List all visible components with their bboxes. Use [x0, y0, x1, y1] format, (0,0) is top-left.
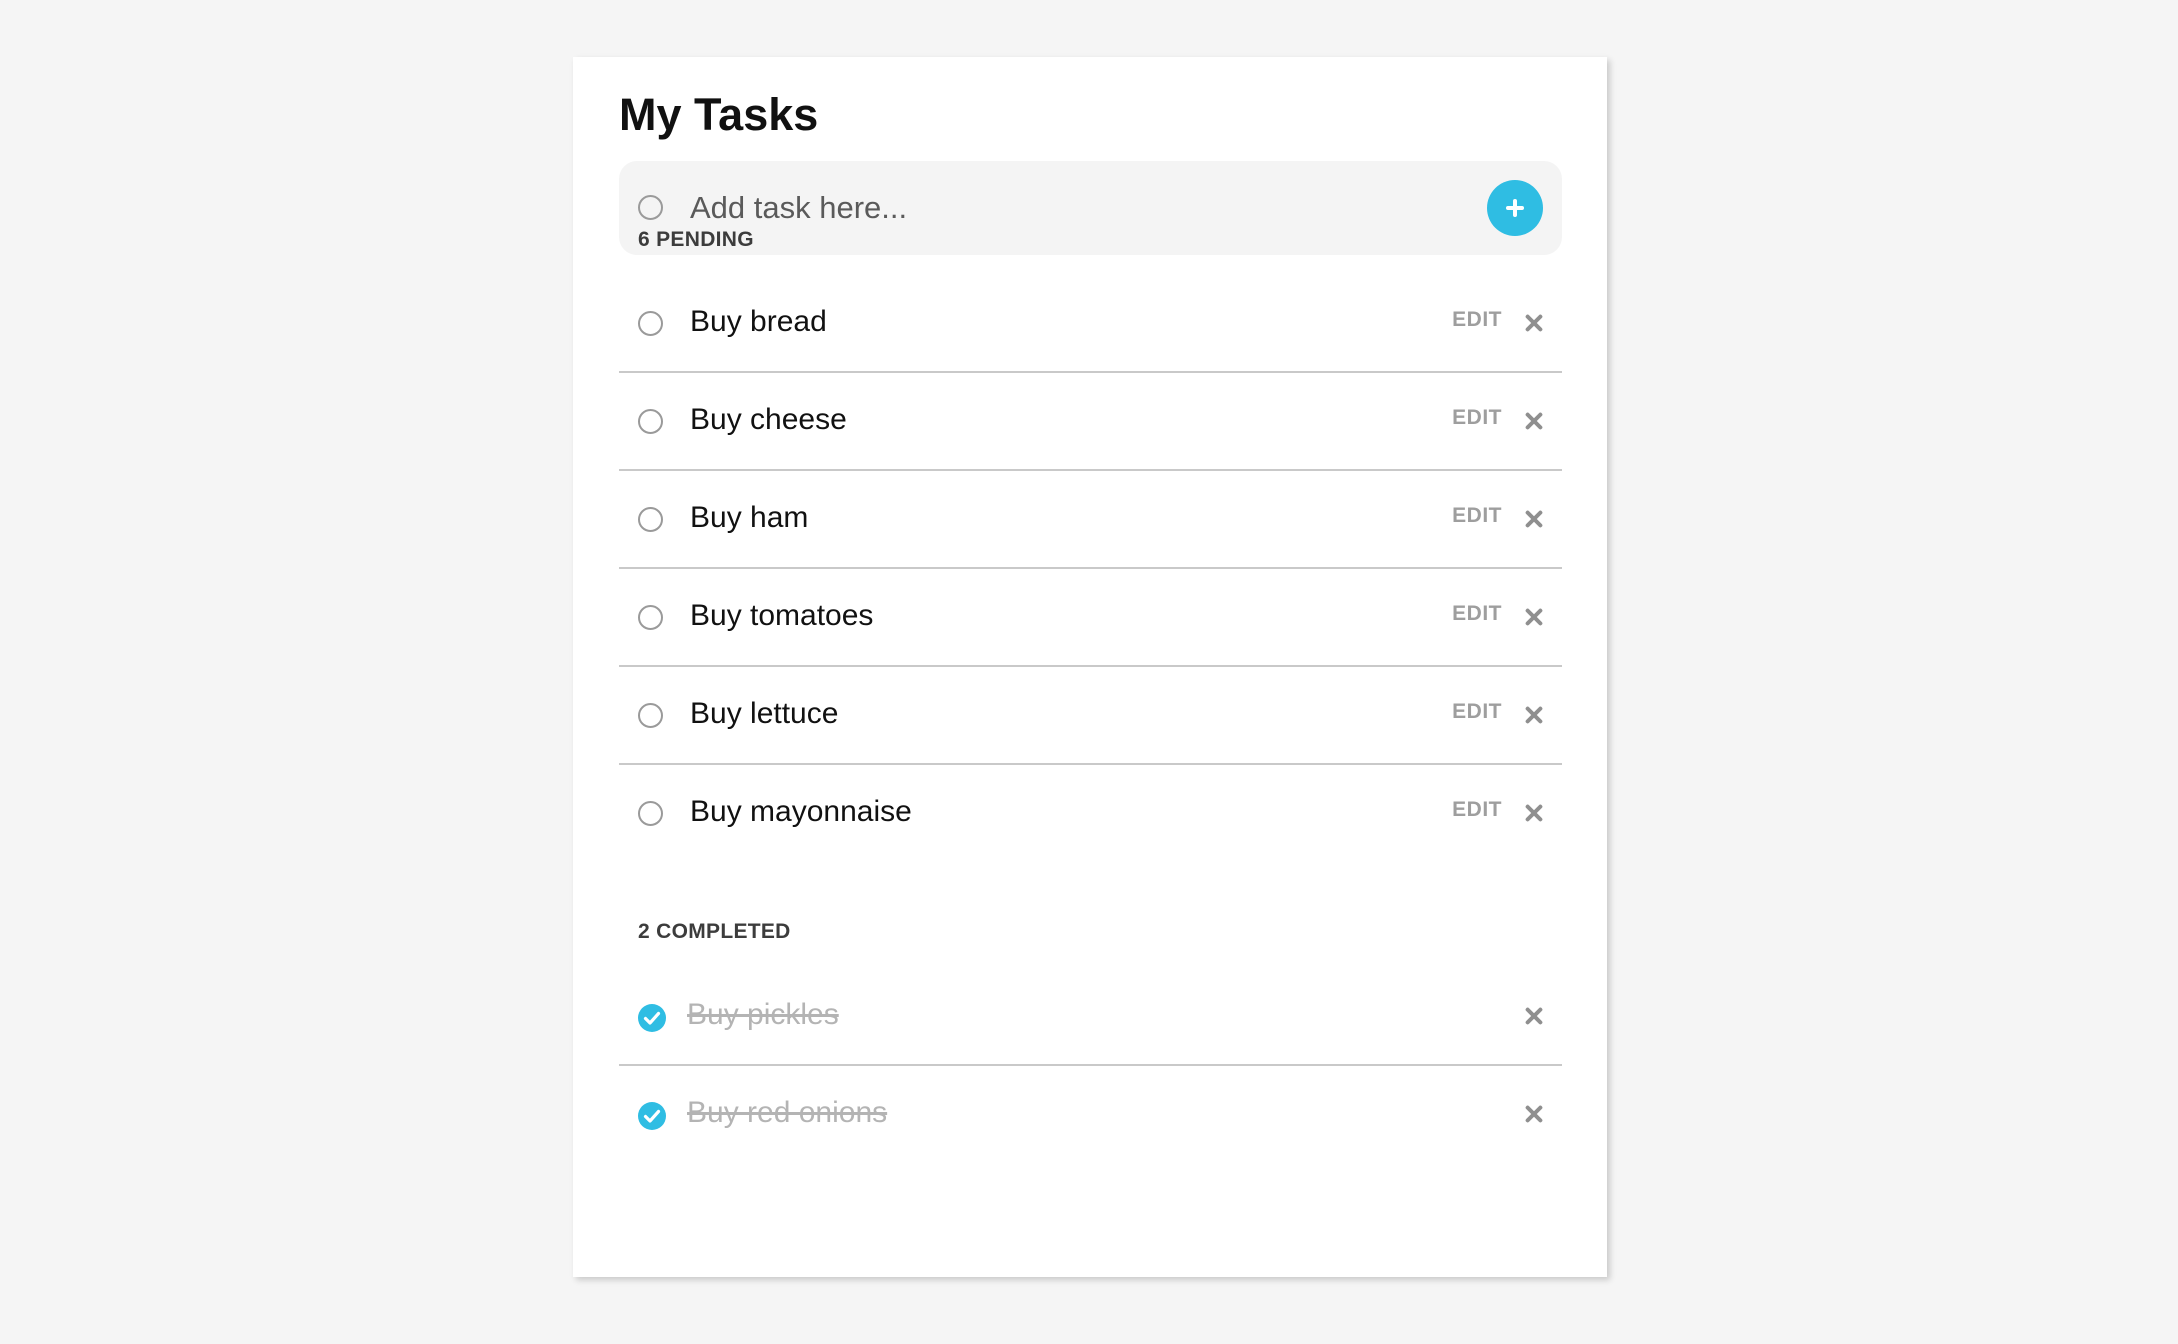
- task-checkbox[interactable]: [638, 605, 663, 630]
- completed-task-label: Buy pickles: [687, 998, 839, 1031]
- pending-task-row: Buy ham EDIT: [619, 471, 1562, 569]
- completed-list: Buy pickles Buy red onions: [619, 968, 1562, 1164]
- task-checkbox[interactable]: [638, 703, 663, 728]
- delete-button[interactable]: [1524, 313, 1544, 333]
- edit-button[interactable]: EDIT: [1452, 406, 1502, 430]
- close-icon: [1524, 411, 1544, 431]
- delete-button[interactable]: [1524, 1006, 1544, 1026]
- pending-task-row: Buy tomatoes EDIT: [619, 569, 1562, 667]
- task-label: Buy cheese: [690, 403, 847, 436]
- pending-task-row: Buy mayonnaise EDIT: [619, 765, 1562, 863]
- pending-task-row: Buy bread EDIT: [619, 275, 1562, 373]
- pending-list: Buy bread EDIT Buy cheese EDIT Buy ham E…: [619, 275, 1562, 863]
- task-checkbox[interactable]: [638, 311, 663, 336]
- plus-icon: [1506, 199, 1524, 217]
- delete-button[interactable]: [1524, 411, 1544, 431]
- checked-checkbox-icon[interactable]: [638, 1102, 666, 1130]
- close-icon: [1524, 509, 1544, 529]
- pending-task-row: Buy cheese EDIT: [619, 373, 1562, 471]
- task-label: Buy mayonnaise: [690, 795, 912, 828]
- completed-task-row: Buy red onions: [619, 1066, 1562, 1164]
- task-label: Buy bread: [690, 305, 827, 338]
- edit-button[interactable]: EDIT: [1452, 602, 1502, 626]
- radio-circle-icon: [638, 195, 663, 220]
- edit-button[interactable]: EDIT: [1452, 798, 1502, 822]
- checked-checkbox-icon[interactable]: [638, 1004, 666, 1032]
- add-task-input[interactable]: [690, 183, 1470, 233]
- delete-button[interactable]: [1524, 803, 1544, 823]
- pending-heading: 6 PENDING: [638, 228, 754, 251]
- delete-button[interactable]: [1524, 705, 1544, 725]
- add-task-button[interactable]: [1487, 180, 1543, 236]
- delete-button[interactable]: [1524, 1104, 1544, 1124]
- edit-button[interactable]: EDIT: [1452, 308, 1502, 332]
- add-task-bar: [619, 161, 1562, 255]
- close-icon: [1524, 1006, 1544, 1026]
- task-label: Buy ham: [690, 501, 809, 534]
- task-checkbox[interactable]: [638, 801, 663, 826]
- close-icon: [1524, 607, 1544, 627]
- completed-task-label: Buy red onions: [687, 1096, 888, 1129]
- task-label: Buy lettuce: [690, 697, 839, 730]
- delete-button[interactable]: [1524, 509, 1544, 529]
- task-checkbox[interactable]: [638, 409, 663, 434]
- completed-heading: 2 COMPLETED: [638, 920, 791, 943]
- edit-button[interactable]: EDIT: [1452, 700, 1502, 724]
- completed-task-row: Buy pickles: [619, 968, 1562, 1066]
- close-icon: [1524, 1104, 1544, 1124]
- task-label: Buy tomatoes: [690, 599, 874, 632]
- close-icon: [1524, 803, 1544, 823]
- delete-button[interactable]: [1524, 607, 1544, 627]
- page-title: My Tasks: [619, 89, 819, 140]
- edit-button[interactable]: EDIT: [1452, 504, 1502, 528]
- task-card: My Tasks 6 PENDING Buy bread EDIT Buy ch…: [573, 57, 1607, 1277]
- task-checkbox[interactable]: [638, 507, 663, 532]
- close-icon: [1524, 705, 1544, 725]
- close-icon: [1524, 313, 1544, 333]
- pending-task-row: Buy lettuce EDIT: [619, 667, 1562, 765]
